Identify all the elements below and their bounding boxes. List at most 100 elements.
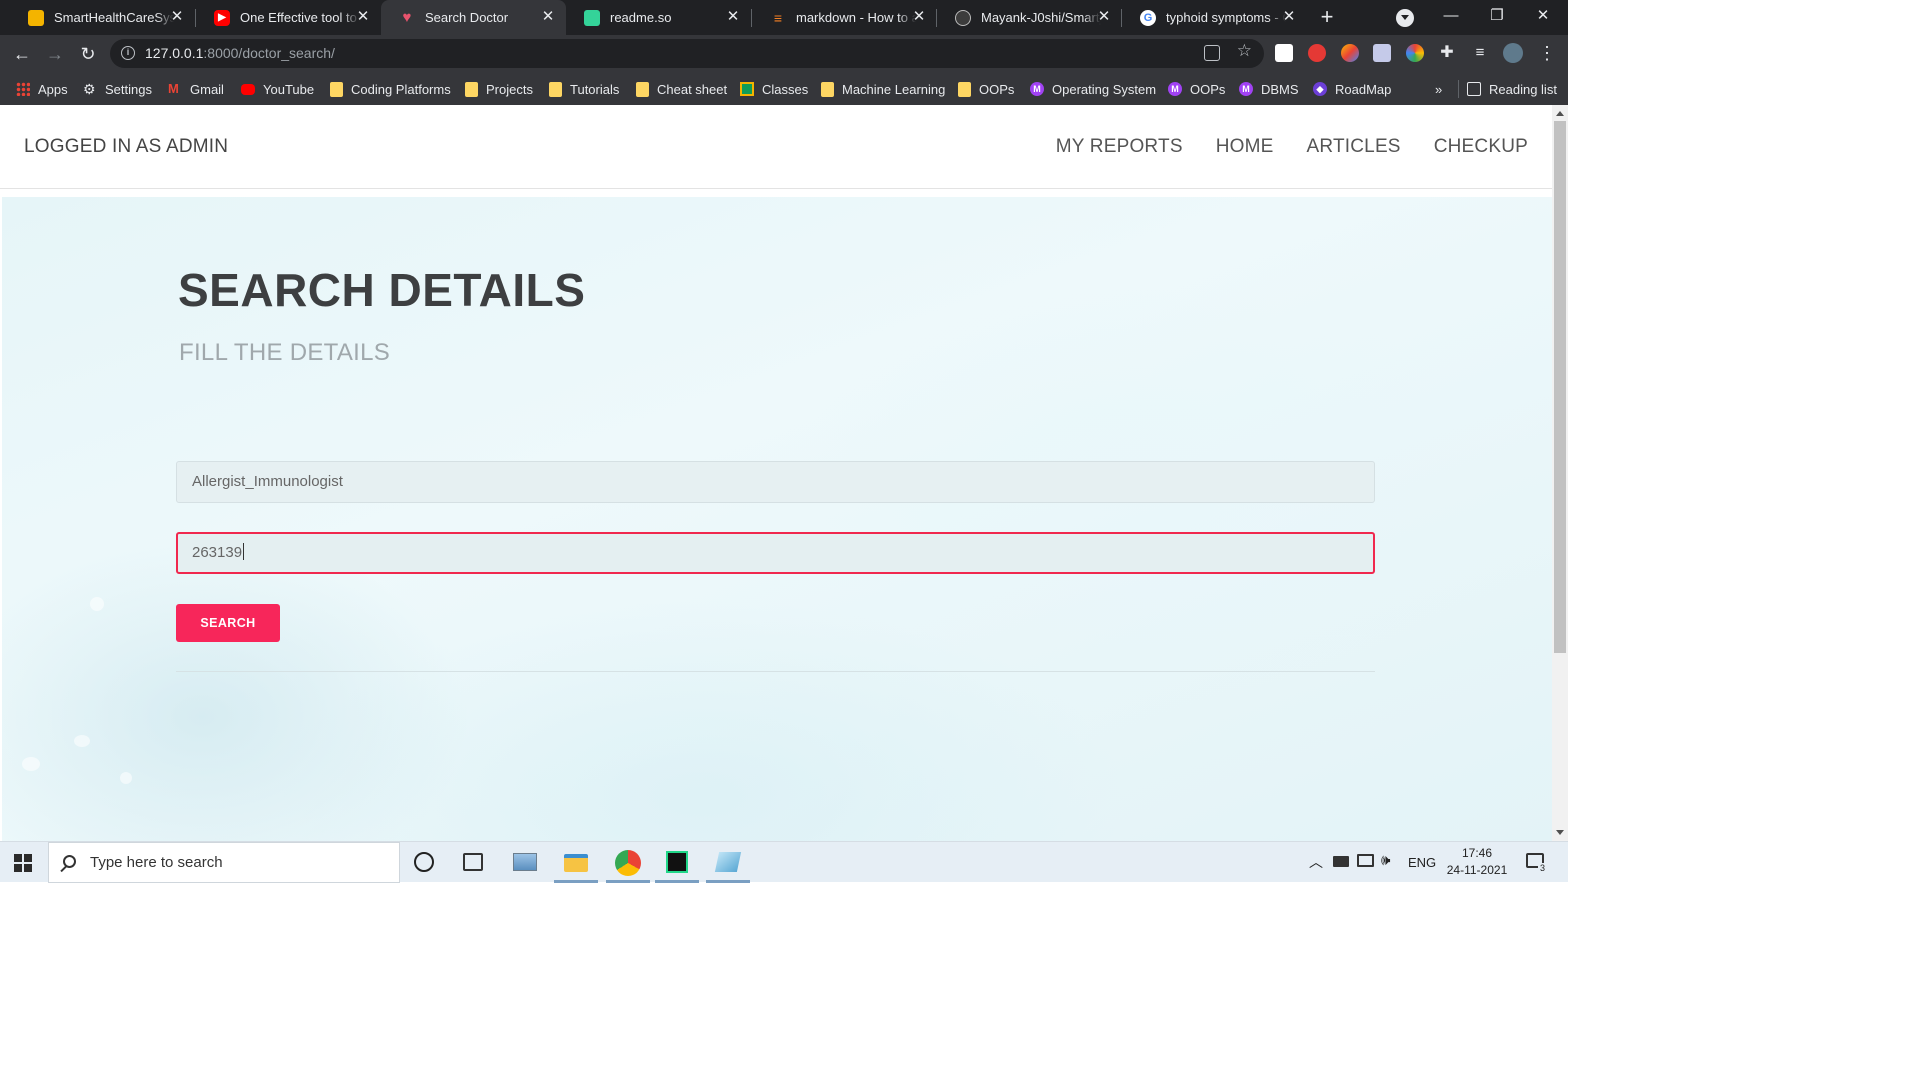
close-icon[interactable]: ✕ [355,9,371,25]
reload-icon[interactable]: ↻ [75,41,101,67]
tab-youtube-video[interactable]: ▶ One Effective tool to c ✕ [196,0,381,35]
address-bar[interactable]: i 127.0.0.1:8000/doctor_search/ ☆ [110,39,1264,68]
tab-google-search[interactable]: G typhoid symptoms - G ✕ [1122,0,1307,35]
scroll-down-icon[interactable] [1556,830,1564,835]
bookmark-machine-learning[interactable]: Machine Learning [821,79,945,99]
bookmark-classes[interactable]: Classes [740,79,808,99]
forward-icon[interactable]: → [42,41,68,67]
tab-stackoverflow[interactable]: ≡ markdown - How to a ✕ [752,0,937,35]
url-path: :8000/doctor_search/ [203,45,335,61]
bookmarks-overflow-button[interactable]: » [1435,79,1442,99]
folder-icon [465,81,478,97]
github-icon [955,9,971,26]
bookmark-youtube[interactable]: YouTube [241,79,314,99]
bookmarks-bar: Apps ⚙ Settings M Gmail YouTube Coding P… [0,72,1568,105]
nav-checkup[interactable]: CHECKUP [1434,136,1528,158]
bookmark-roadmap[interactable]: ◆ RoadMap [1313,79,1391,99]
bookmark-settings[interactable]: ⚙ Settings [83,79,152,99]
taskbar-search-box[interactable]: Type here to search [48,842,400,883]
pycharm-icon[interactable] [666,851,688,873]
bookmark-oops[interactable]: M OOPs [1168,79,1225,99]
tab-github[interactable]: Mayank-J0shi/Smart_I ✕ [937,0,1122,35]
close-icon[interactable]: ✕ [1096,9,1112,25]
windows-start-icon[interactable] [14,854,32,872]
chrome-taskbar-icon[interactable] [615,850,641,876]
profile-avatar[interactable] [1503,43,1523,63]
volume-icon[interactable]: 🕪 [1381,852,1390,869]
reading-list-icon [1467,82,1481,96]
battery-icon[interactable] [1333,856,1349,867]
language-indicator[interactable]: ENG [1408,855,1436,870]
scroll-up-icon[interactable] [1556,111,1564,116]
close-icon[interactable]: ✕ [911,9,927,25]
image-viewer-icon[interactable] [513,853,537,871]
page-scrollbar[interactable] [1552,105,1568,841]
close-icon[interactable]: ✕ [540,9,556,25]
tab-search-icon[interactable] [1396,9,1414,27]
nav-my-reports[interactable]: MY REPORTS [1056,136,1183,158]
specialty-field[interactable]: Allergist_Immunologist [176,461,1375,503]
tab-search-doctor[interactable]: ♥ Search Doctor ✕ [381,0,566,35]
nav-home[interactable]: HOME [1216,136,1274,158]
bookmark-cheat-sheet[interactable]: Cheat sheet [636,79,727,99]
bookmark-label: Tutorials [570,81,620,97]
taskbar-clock[interactable]: 17:46 24-11-2021 [1442,845,1512,879]
tab-readme-so[interactable]: readme.so ✕ [566,0,751,35]
nav-articles[interactable]: ARTICLES [1307,136,1401,158]
extension-chrome-icon[interactable] [1406,44,1424,62]
tab-title: One Effective tool to c [240,10,360,25]
bookmark-oops-folder[interactable]: OOPs [958,79,1014,99]
bookmarks-divider [1458,80,1459,98]
bookmark-tutorials[interactable]: Tutorials [549,79,619,99]
file-explorer-icon[interactable] [564,854,588,872]
extensions-puzzle-icon[interactable]: ✚ [1438,44,1456,62]
cortana-icon[interactable] [414,852,434,872]
search-button[interactable]: SEARCH [176,604,280,642]
extension-analytics-icon[interactable] [1275,44,1293,62]
new-tab-button[interactable]: + [1315,5,1339,29]
extension-adblock-icon[interactable] [1308,44,1326,62]
close-window-icon[interactable]: ✕ [1520,0,1566,32]
address-url[interactable]: 127.0.0.1:8000/doctor_search/ [145,45,335,61]
task-view-icon[interactable] [463,853,483,871]
restore-icon[interactable]: ❐ [1474,0,1520,32]
tab-title: SmartHealthCareSyste [54,10,174,25]
roadmap-icon: ◆ [1313,82,1327,96]
share-icon[interactable] [1204,45,1220,61]
active-app-indicator [706,880,750,883]
chevron-up-icon[interactable]: ︿ [1309,852,1323,872]
bookmark-operating-system[interactable]: M Operating System [1030,79,1156,99]
more-menu-icon[interactable]: ⋮ [1538,42,1556,64]
notepad-icon[interactable] [714,852,742,872]
pincode-field[interactable]: 263139 [176,532,1375,574]
scrollbar-thumb[interactable] [1554,121,1566,653]
stackoverflow-icon: ≡ [773,9,783,26]
site-info-icon[interactable]: i [121,46,135,60]
bookmark-gmail[interactable]: M Gmail [168,79,224,99]
reading-list-button[interactable]: Reading list [1467,79,1557,99]
close-icon[interactable]: ✕ [725,9,741,25]
watercolor-spot [90,597,104,611]
bookmark-label: YouTube [263,81,315,97]
extension-image-icon[interactable] [1373,44,1391,62]
bookmark-projects[interactable]: Projects [465,79,533,99]
tab-smarthealthcare[interactable]: SmartHealthCareSyste ✕ [10,0,195,35]
close-icon[interactable]: ✕ [1281,9,1297,25]
bookmark-apps[interactable]: Apps [16,79,68,99]
browser-tab-strip: SmartHealthCareSyste ✕ ▶ One Effective t… [0,0,1568,35]
close-icon[interactable]: ✕ [169,9,185,25]
search-icon [63,855,76,868]
network-icon[interactable] [1357,854,1374,867]
media-control-icon[interactable]: ≡ [1471,44,1489,62]
bookmark-label: Operating System [1052,81,1157,97]
minimize-icon[interactable]: — [1428,0,1474,32]
extension-color-icon[interactable] [1341,44,1359,62]
bookmark-star-icon[interactable]: ☆ [1237,41,1252,61]
bookmark-label: Gmail [190,81,224,97]
bookmark-dbms[interactable]: M DBMS [1239,79,1299,99]
bookmark-coding-platforms[interactable]: Coding Platforms [330,79,451,99]
tab-title: readme.so [610,10,672,25]
active-app-indicator [655,880,699,883]
back-icon[interactable]: ← [9,41,35,67]
overflow-chevron-icon: » [1435,81,1443,97]
